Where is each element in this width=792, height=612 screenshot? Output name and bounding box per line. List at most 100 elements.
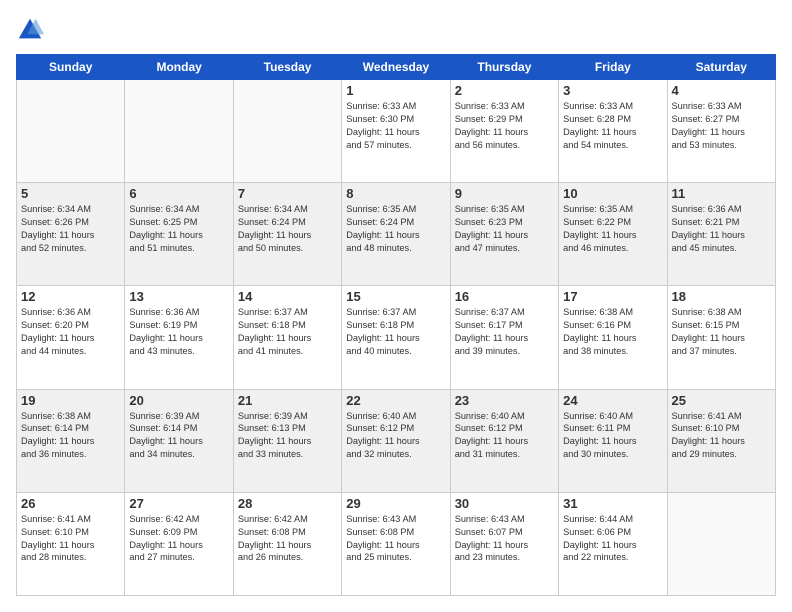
day-info: Sunrise: 6:37 AM Sunset: 6:18 PM Dayligh… bbox=[346, 306, 445, 358]
day-number: 4 bbox=[672, 83, 771, 98]
logo-icon bbox=[16, 16, 44, 44]
table-row: 30Sunrise: 6:43 AM Sunset: 6:07 PM Dayli… bbox=[450, 492, 558, 595]
day-number: 1 bbox=[346, 83, 445, 98]
col-saturday: Saturday bbox=[667, 55, 775, 80]
calendar-week-row: 19Sunrise: 6:38 AM Sunset: 6:14 PM Dayli… bbox=[17, 389, 776, 492]
day-number: 18 bbox=[672, 289, 771, 304]
day-number: 25 bbox=[672, 393, 771, 408]
day-number: 7 bbox=[238, 186, 337, 201]
col-sunday: Sunday bbox=[17, 55, 125, 80]
day-number: 17 bbox=[563, 289, 662, 304]
day-number: 30 bbox=[455, 496, 554, 511]
day-info: Sunrise: 6:34 AM Sunset: 6:25 PM Dayligh… bbox=[129, 203, 228, 255]
day-number: 22 bbox=[346, 393, 445, 408]
col-friday: Friday bbox=[559, 55, 667, 80]
day-number: 24 bbox=[563, 393, 662, 408]
day-info: Sunrise: 6:35 AM Sunset: 6:22 PM Dayligh… bbox=[563, 203, 662, 255]
day-info: Sunrise: 6:41 AM Sunset: 6:10 PM Dayligh… bbox=[21, 513, 120, 565]
col-monday: Monday bbox=[125, 55, 233, 80]
calendar-table: Sunday Monday Tuesday Wednesday Thursday… bbox=[16, 54, 776, 596]
day-info: Sunrise: 6:40 AM Sunset: 6:12 PM Dayligh… bbox=[346, 410, 445, 462]
day-number: 5 bbox=[21, 186, 120, 201]
table-row: 12 Sunrise: 6:36 AM Sunset: 6:20 PM Dayli… bbox=[17, 286, 125, 389]
table-row: 3 Sunrise: 6:33 AM Sunset: 6:28 PM Daylig… bbox=[559, 80, 667, 183]
day-info: Sunrise: 6:33 AM Sunset: 6:28 PM Dayligh… bbox=[563, 100, 662, 152]
table-row: 6 Sunrise: 6:34 AM Sunset: 6:25 PM Daylig… bbox=[125, 183, 233, 286]
day-info: Sunrise: 6:37 AM Sunset: 6:18 PM Dayligh… bbox=[238, 306, 337, 358]
calendar-week-row: 12 Sunrise: 6:36 AM Sunset: 6:20 PM Dayli… bbox=[17, 286, 776, 389]
day-info: Sunrise: 6:33 AM Sunset: 6:29 PM Dayligh… bbox=[455, 100, 554, 152]
col-tuesday: Tuesday bbox=[233, 55, 341, 80]
table-row: 21 Sunrise: 6:39 AM Sunset: 6:13 PM Dayli… bbox=[233, 389, 341, 492]
table-row: 16Sunrise: 6:37 AM Sunset: 6:17 PM Dayli… bbox=[450, 286, 558, 389]
table-row: 15 Sunrise: 6:37 AM Sunset: 6:18 PM Dayli… bbox=[342, 286, 450, 389]
table-row: 7 Sunrise: 6:34 AM Sunset: 6:24 PM Daylig… bbox=[233, 183, 341, 286]
day-info: Sunrise: 6:40 AM Sunset: 6:12 PM Dayligh… bbox=[455, 410, 554, 462]
table-row: 19Sunrise: 6:38 AM Sunset: 6:14 PM Dayli… bbox=[17, 389, 125, 492]
day-info: Sunrise: 6:35 AM Sunset: 6:23 PM Dayligh… bbox=[455, 203, 554, 255]
table-row: 14 Sunrise: 6:37 AM Sunset: 6:18 PM Dayli… bbox=[233, 286, 341, 389]
calendar-week-row: 5 Sunrise: 6:34 AM Sunset: 6:26 PM Daylig… bbox=[17, 183, 776, 286]
day-number: 11 bbox=[672, 186, 771, 201]
table-row: 2 Sunrise: 6:33 AM Sunset: 6:29 PM Daylig… bbox=[450, 80, 558, 183]
table-row bbox=[125, 80, 233, 183]
day-number: 28 bbox=[238, 496, 337, 511]
day-info: Sunrise: 6:33 AM Sunset: 6:30 PM Dayligh… bbox=[346, 100, 445, 152]
day-number: 27 bbox=[129, 496, 228, 511]
calendar-week-row: 1 Sunrise: 6:33 AM Sunset: 6:30 PM Daylig… bbox=[17, 80, 776, 183]
day-info: Sunrise: 6:38 AM Sunset: 6:16 PM Dayligh… bbox=[563, 306, 662, 358]
col-wednesday: Wednesday bbox=[342, 55, 450, 80]
day-number: 31 bbox=[563, 496, 662, 511]
day-info: Sunrise: 6:44 AM Sunset: 6:06 PM Dayligh… bbox=[563, 513, 662, 565]
table-row: 22 Sunrise: 6:40 AM Sunset: 6:12 PM Dayli… bbox=[342, 389, 450, 492]
day-info: Sunrise: 6:43 AM Sunset: 6:08 PM Dayligh… bbox=[346, 513, 445, 565]
header bbox=[16, 16, 776, 44]
day-info: Sunrise: 6:37 AM Sunset: 6:17 PM Dayligh… bbox=[455, 306, 554, 358]
table-row: 20 Sunrise: 6:39 AM Sunset: 6:14 PM Dayli… bbox=[125, 389, 233, 492]
calendar-header-row: Sunday Monday Tuesday Wednesday Thursday… bbox=[17, 55, 776, 80]
day-number: 6 bbox=[129, 186, 228, 201]
day-info: Sunrise: 6:42 AM Sunset: 6:09 PM Dayligh… bbox=[129, 513, 228, 565]
day-info: Sunrise: 6:36 AM Sunset: 6:21 PM Dayligh… bbox=[672, 203, 771, 255]
day-number: 2 bbox=[455, 83, 554, 98]
table-row: 1 Sunrise: 6:33 AM Sunset: 6:30 PM Daylig… bbox=[342, 80, 450, 183]
day-number: 19 bbox=[21, 393, 120, 408]
table-row: 23Sunrise: 6:40 AM Sunset: 6:12 PM Dayli… bbox=[450, 389, 558, 492]
day-number: 12 bbox=[21, 289, 120, 304]
table-row: 11 Sunrise: 6:36 AM Sunset: 6:21 PM Dayli… bbox=[667, 183, 775, 286]
day-info: Sunrise: 6:34 AM Sunset: 6:24 PM Dayligh… bbox=[238, 203, 337, 255]
day-number: 13 bbox=[129, 289, 228, 304]
day-info: Sunrise: 6:35 AM Sunset: 6:24 PM Dayligh… bbox=[346, 203, 445, 255]
day-number: 21 bbox=[238, 393, 337, 408]
day-info: Sunrise: 6:40 AM Sunset: 6:11 PM Dayligh… bbox=[563, 410, 662, 462]
day-number: 14 bbox=[238, 289, 337, 304]
day-number: 29 bbox=[346, 496, 445, 511]
table-row: 29 Sunrise: 6:43 AM Sunset: 6:08 PM Dayli… bbox=[342, 492, 450, 595]
page: Sunday Monday Tuesday Wednesday Thursday… bbox=[0, 0, 792, 612]
table-row: 28 Sunrise: 6:42 AM Sunset: 6:08 PM Dayli… bbox=[233, 492, 341, 595]
day-number: 15 bbox=[346, 289, 445, 304]
table-row: 5 Sunrise: 6:34 AM Sunset: 6:26 PM Daylig… bbox=[17, 183, 125, 286]
table-row bbox=[17, 80, 125, 183]
day-number: 20 bbox=[129, 393, 228, 408]
day-info: Sunrise: 6:36 AM Sunset: 6:20 PM Dayligh… bbox=[21, 306, 120, 358]
table-row: 9 Sunrise: 6:35 AM Sunset: 6:23 PM Daylig… bbox=[450, 183, 558, 286]
day-info: Sunrise: 6:34 AM Sunset: 6:26 PM Dayligh… bbox=[21, 203, 120, 255]
day-info: Sunrise: 6:39 AM Sunset: 6:14 PM Dayligh… bbox=[129, 410, 228, 462]
day-number: 9 bbox=[455, 186, 554, 201]
day-info: Sunrise: 6:36 AM Sunset: 6:19 PM Dayligh… bbox=[129, 306, 228, 358]
day-info: Sunrise: 6:39 AM Sunset: 6:13 PM Dayligh… bbox=[238, 410, 337, 462]
day-number: 26 bbox=[21, 496, 120, 511]
table-row: 31 Sunrise: 6:44 AM Sunset: 6:06 PM Dayli… bbox=[559, 492, 667, 595]
table-row: 10Sunrise: 6:35 AM Sunset: 6:22 PM Dayli… bbox=[559, 183, 667, 286]
table-row: 25Sunrise: 6:41 AM Sunset: 6:10 PM Dayli… bbox=[667, 389, 775, 492]
table-row bbox=[233, 80, 341, 183]
day-info: Sunrise: 6:42 AM Sunset: 6:08 PM Dayligh… bbox=[238, 513, 337, 565]
table-row: 4Sunrise: 6:33 AM Sunset: 6:27 PM Daylig… bbox=[667, 80, 775, 183]
day-info: Sunrise: 6:38 AM Sunset: 6:15 PM Dayligh… bbox=[672, 306, 771, 358]
table-row: 27 Sunrise: 6:42 AM Sunset: 6:09 PM Dayli… bbox=[125, 492, 233, 595]
table-row: 8Sunrise: 6:35 AM Sunset: 6:24 PM Daylig… bbox=[342, 183, 450, 286]
day-number: 3 bbox=[563, 83, 662, 98]
table-row: 26 Sunrise: 6:41 AM Sunset: 6:10 PM Dayli… bbox=[17, 492, 125, 595]
col-thursday: Thursday bbox=[450, 55, 558, 80]
